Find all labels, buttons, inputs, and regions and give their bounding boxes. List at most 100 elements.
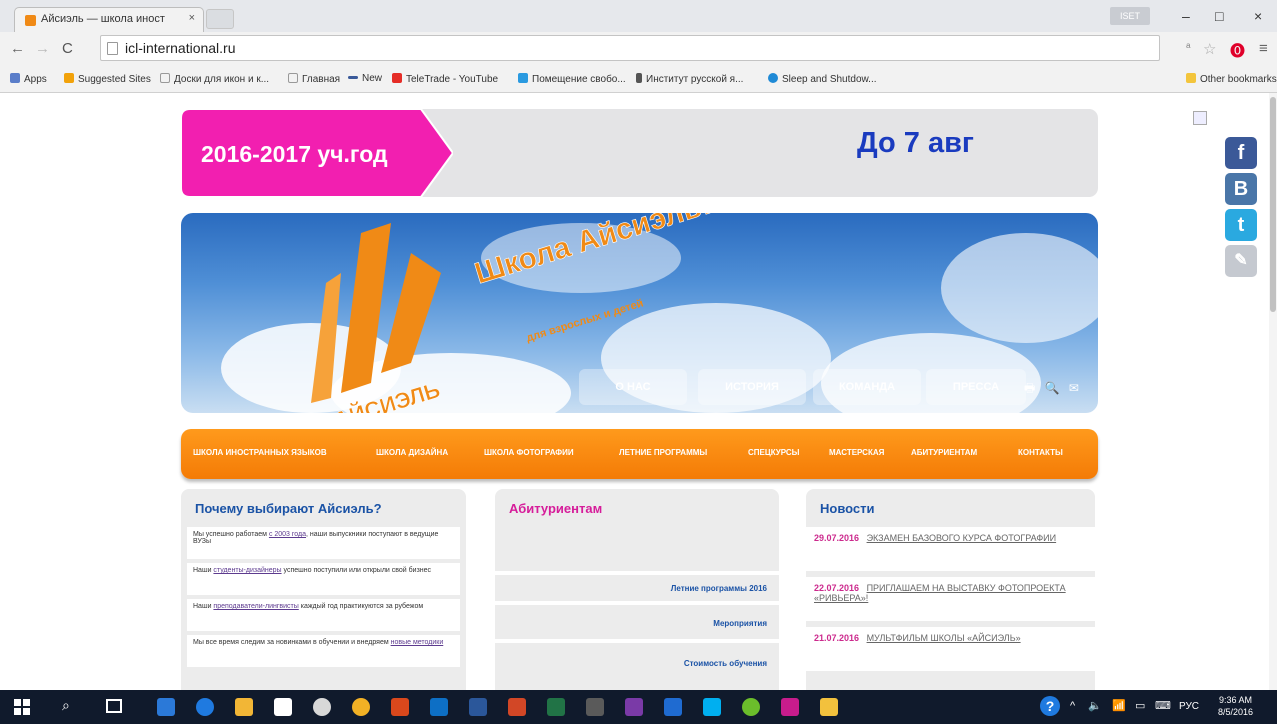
chrome-icon[interactable]	[352, 698, 370, 716]
skype-icon[interactable]	[703, 698, 721, 716]
news-headline[interactable]: МУЛЬТФИЛЬМ ШКОЛЫ «АЙСИЭЛЬ»	[867, 633, 1021, 643]
menu-item-summer[interactable]: ЛЕТНИЕ ПРОГРАММЫ	[619, 448, 707, 457]
browser-tab-strip: Айсиэль — школа иност × ISET – □ ×	[0, 0, 1277, 32]
pinterest-extension-icon[interactable]: ⓿	[1230, 40, 1245, 61]
edge-icon[interactable]	[196, 698, 214, 716]
reload-icon[interactable]: C	[62, 40, 73, 57]
powerpoint-icon[interactable]	[508, 698, 526, 716]
calculator-icon[interactable]	[586, 698, 604, 716]
applicants-link[interactable]: Летние программы 2016	[671, 584, 767, 593]
onenote-icon[interactable]	[625, 698, 643, 716]
site-icon	[518, 73, 528, 83]
menu-item-design[interactable]: ШКОЛА ДИЗАЙНА	[376, 448, 448, 457]
print-search-mail-icons[interactable]: 🖶 🔍 ✉	[1024, 379, 1082, 400]
forward-arrow-icon[interactable]: →	[35, 40, 50, 57]
news-item[interactable]: 29.07.2016 ЭКЗАМЕН БАЗОВОГО КУРСА ФОТОГР…	[806, 527, 1095, 571]
bookmark-item[interactable]: Помещение свобо...	[518, 73, 626, 85]
why-item-link[interactable]: преподаватели-лингвисты	[213, 603, 298, 610]
bookmark-item[interactable]: Apps	[10, 73, 47, 85]
user-profile-badge[interactable]: ISET	[1110, 7, 1150, 25]
divider	[495, 571, 779, 575]
news-item[interactable]: 22.07.2016 ПРИГЛАШАЕМ НА ВЫСТАВКУ ФОТОПР…	[806, 577, 1095, 621]
new-tab-button[interactable]	[206, 9, 234, 29]
news-title: Новости	[820, 501, 875, 516]
browser-tab[interactable]: Айсиэль — школа иност ×	[14, 7, 204, 32]
facebook-icon[interactable]: f	[1225, 137, 1257, 169]
keyboard-icon[interactable]: ⌨	[1155, 699, 1171, 712]
network-icon[interactable]: 📶	[1112, 699, 1126, 712]
vkontakte-icon[interactable]: В	[1225, 173, 1257, 205]
why-item-link[interactable]: с 2003 года	[269, 531, 306, 538]
bookmarks-bar: Apps Suggested Sites Доски для икон и к.…	[0, 65, 1277, 93]
nav-history-button[interactable]: ИСТОРИЯ	[698, 369, 806, 405]
menu-item-workshop[interactable]: МАСТЕРСКАЯ	[829, 448, 884, 457]
word-icon[interactable]	[469, 698, 487, 716]
cortana-icon[interactable]	[313, 698, 331, 716]
menu-item-photo[interactable]: ШКОЛА ФОТОГРАФИИ	[484, 448, 574, 457]
task-view-icon[interactable]	[106, 699, 122, 713]
year-badge[interactable]: 2016-2017 уч.год	[181, 109, 453, 197]
photos-icon[interactable]	[664, 698, 682, 716]
bookmark-item[interactable]: TeleTrade - YouTube	[392, 73, 498, 85]
store-icon[interactable]	[274, 698, 292, 716]
news-date: 22.07.2016	[814, 583, 860, 593]
scrollbar-thumb[interactable]	[1270, 97, 1276, 312]
nav-press-button[interactable]: ПРЕССА	[926, 369, 1026, 405]
why-item-link[interactable]: новые методики	[391, 639, 444, 646]
battery-icon[interactable]: ▭	[1135, 699, 1145, 712]
explorer-icon[interactable]	[820, 698, 838, 716]
applicants-link[interactable]: Стоимость обучения	[684, 659, 767, 668]
menu-item-special-courses[interactable]: СПЕЦКУРСЫ	[748, 448, 800, 457]
outlook-icon[interactable]	[430, 698, 448, 716]
other-bookmarks[interactable]: Other bookmarks	[1186, 73, 1277, 85]
media-icon[interactable]	[781, 698, 799, 716]
page-info-icon[interactable]	[107, 42, 118, 55]
news-headline[interactable]: ЭКЗАМЕН БАЗОВОГО КУРСА ФОТОГРАФИИ	[867, 533, 1057, 543]
back-arrow-icon[interactable]: ←	[10, 40, 25, 57]
divider	[495, 639, 779, 643]
why-item-link[interactable]: студенты-дизайнеры	[213, 567, 281, 574]
windows-start-icon[interactable]	[14, 699, 30, 715]
mail-icon[interactable]	[391, 698, 409, 716]
bookmark-item[interactable]: New	[348, 73, 382, 84]
tab-close-icon[interactable]: ×	[189, 12, 195, 24]
file-explorer-icon[interactable]	[157, 698, 175, 716]
maximize-button[interactable]: □	[1215, 8, 1223, 24]
language-indicator[interactable]: РУС	[1179, 701, 1199, 712]
deadline-label: До 7 авг	[857, 127, 975, 159]
why-title: Почему выбирают Айсиэль?	[195, 501, 382, 516]
folder-icon[interactable]	[235, 698, 253, 716]
menu-item-languages[interactable]: ШКОЛА ИНОСТРАННЫХ ЯЗЫКОВ	[193, 448, 327, 457]
menu-icon[interactable]: ≡	[1259, 40, 1268, 57]
volume-icon[interactable]: 🔈	[1088, 699, 1102, 712]
close-window-button[interactable]: ×	[1254, 8, 1262, 24]
bookmark-item[interactable]: Доски для икон и к...	[160, 73, 269, 85]
clock[interactable]: 9:36 AM 8/5/2016	[1218, 694, 1253, 718]
livejournal-icon[interactable]: ✎	[1225, 245, 1257, 277]
bookmark-item[interactable]: Sleep and Shutdow...	[768, 73, 877, 85]
header-banner: 2016-2017 уч.год До 7 авг	[181, 109, 1098, 197]
bookmark-item[interactable]: Suggested Sites	[64, 73, 151, 85]
why-item: Мы успешно работаем с 2003 года, наши вы…	[187, 527, 460, 559]
bookmark-star-icon[interactable]: ☆	[1203, 40, 1216, 58]
tray-chevron-icon[interactable]: ^	[1070, 700, 1075, 712]
news-item[interactable]: 21.07.2016 МУЛЬТФИЛЬМ ШКОЛЫ «АЙСИЭЛЬ»	[806, 627, 1095, 671]
bookmark-item[interactable]: Институт русской я...	[636, 73, 743, 85]
search-icon[interactable]: ⌕	[62, 697, 70, 714]
menu-item-contacts[interactable]: КОНТАКТЫ	[1018, 448, 1063, 457]
nav-about-button[interactable]: О НАС	[579, 369, 687, 405]
applicants-link[interactable]: Мероприятия	[713, 619, 767, 628]
nav-team-button[interactable]: КОМАНДА	[813, 369, 921, 405]
browser-toolbar: ← → C icl-international.ru ᵃ ☆ ⓿ ≡	[0, 32, 1277, 65]
bookmark-item[interactable]: Главная	[288, 73, 340, 85]
page-scrollbar[interactable]	[1269, 93, 1277, 690]
game-icon[interactable]	[742, 698, 760, 716]
minimize-button[interactable]: –	[1182, 8, 1190, 24]
twitter-icon[interactable]: t	[1225, 209, 1257, 241]
address-bar[interactable]: icl-international.ru	[100, 35, 1160, 61]
menu-item-applicants[interactable]: АБИТУРИЕНТАМ	[911, 448, 977, 457]
excel-icon[interactable]	[547, 698, 565, 716]
translate-icon[interactable]: ᵃ	[1186, 40, 1190, 54]
clock-time: 9:36 AM	[1219, 695, 1253, 705]
help-icon[interactable]: ?	[1040, 696, 1060, 716]
